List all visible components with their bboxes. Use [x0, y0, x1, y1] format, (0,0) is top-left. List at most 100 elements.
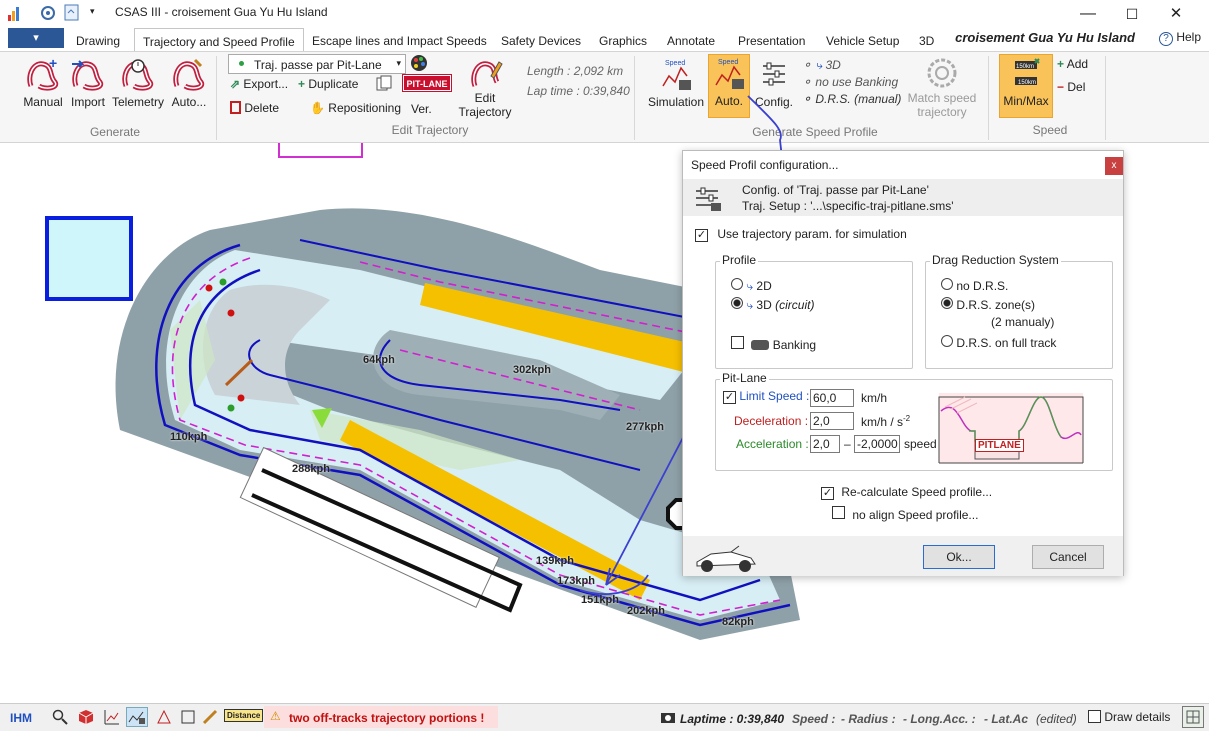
profile-legend: Profile [720, 253, 759, 267]
pitlane-badge[interactable]: PIT-LANE [402, 74, 452, 92]
match-speed-button[interactable]: Match speed trajectory [906, 56, 978, 119]
speed-marker[interactable]: 64kph [363, 354, 395, 366]
manual-button[interactable]: + Manual [20, 55, 66, 109]
speed-marker[interactable]: 151kph [581, 594, 619, 606]
file-menu-tab[interactable]: ▾ [8, 28, 64, 48]
del-speed-button[interactable]: − Del [1057, 80, 1085, 94]
option-banking-label: no use Banking [815, 75, 899, 89]
telemetry-button[interactable]: Telemetry [110, 56, 166, 109]
recalc-checkbox[interactable]: ✓ Re-calculate Speed profile... [821, 485, 992, 500]
chart-icon[interactable] [104, 709, 120, 728]
draw-details-label: Draw details [1104, 710, 1171, 724]
speed-marker[interactable]: 173kph [557, 575, 595, 587]
repositioning-button[interactable]: ✋ Repositioning [310, 101, 401, 115]
limit-speed-input[interactable]: 60,0 [810, 389, 854, 407]
drs-none-radio[interactable]: no D.R.S. [941, 278, 1008, 293]
window-title: CSAS III - croisement Gua Yu Hu Island [115, 5, 328, 19]
duplicate-button[interactable]: + Duplicate [298, 77, 358, 91]
profile-2d-radio[interactable]: ⤷ 2D [731, 278, 772, 294]
distance-tool-icon[interactable]: Distance [224, 709, 264, 722]
speed-marker[interactable]: 277kph [626, 421, 664, 433]
option-3d-label: 3D [825, 58, 841, 72]
limit-speed-checkbox[interactable]: ✓ Limit Speed : [723, 389, 809, 404]
close-button[interactable]: ✕ [1166, 4, 1186, 24]
radius-readout: - Radius : [841, 712, 896, 726]
auto-generate-button[interactable]: Auto... [168, 56, 210, 109]
draw-details-checkbox[interactable]: Draw details [1088, 710, 1170, 724]
trajectory-selector[interactable]: Traj. passe par Pit-Lane ▾ [228, 54, 406, 74]
config-button[interactable]: Config. [753, 56, 795, 109]
import-button[interactable]: Import [68, 56, 108, 109]
grid-view-icon[interactable] [1182, 706, 1204, 728]
acceleration-input[interactable]: 2,0 [810, 435, 840, 453]
svg-text:+: + [49, 56, 57, 71]
tab-presentation[interactable]: Presentation [730, 28, 813, 52]
edit-trajectory-button[interactable]: Edit Trajectory [455, 56, 515, 119]
tab-graphics[interactable]: Graphics [591, 28, 655, 52]
help-icon: ? [1158, 32, 1173, 46]
frame-icon[interactable] [180, 709, 196, 728]
version-button[interactable]: Ver. [411, 102, 432, 116]
speed-marker[interactable]: 302kph [513, 364, 551, 376]
palette-icon[interactable] [410, 54, 428, 75]
duplicate-label: Duplicate [308, 77, 359, 91]
dialog-close-button[interactable]: x [1105, 157, 1123, 175]
checkbox [731, 336, 744, 349]
limit-speed-unit: km/h [861, 391, 888, 405]
option-drs[interactable]: ⚬ D.R.S. (manual) [802, 92, 901, 106]
ihm-label[interactable]: IHM [10, 711, 32, 725]
maximize-button[interactable]: ☐ [1122, 4, 1142, 24]
copy-icon[interactable] [376, 75, 392, 94]
tab-trajectory-speed[interactable]: Trajectory and Speed Profile [134, 28, 304, 53]
triangle-tool-icon[interactable] [156, 709, 172, 728]
acceleration-label: Acceleration : [736, 437, 809, 451]
delete-button[interactable]: Delete [230, 101, 279, 115]
minimize-button[interactable]: — [1078, 4, 1098, 24]
acceleration-factor-input[interactable]: -2,0000 [854, 435, 900, 453]
dialog-title: Speed Profil configuration... [691, 158, 839, 172]
tab-safety-devices[interactable]: Safety Devices [493, 28, 589, 52]
cube-icon[interactable] [78, 709, 94, 728]
deceleration-input[interactable]: 2,0 [810, 412, 854, 430]
drs-zones-radio[interactable]: D.R.S. zone(s) [941, 297, 1035, 312]
speed-readout: Speed : [792, 712, 836, 726]
speed-marker[interactable]: 202kph [627, 605, 665, 617]
speed-marker[interactable]: 110kph [170, 431, 207, 443]
option-3d[interactable]: ⚬ ⤷ 3D [802, 58, 841, 73]
speed-marker[interactable]: 139kph [536, 555, 574, 567]
tab-escape-lines[interactable]: Escape lines and Impact Speeds [304, 28, 495, 52]
banking-checkbox[interactable]: Banking [731, 336, 816, 352]
speed-marker[interactable]: 82kph [722, 616, 754, 628]
minmax-button[interactable]: 150km 150km Min/Max [999, 54, 1053, 118]
ok-button[interactable]: Ok... [923, 545, 995, 569]
option-banking[interactable]: ⚬ no use Banking [802, 75, 898, 89]
no-align-checkbox[interactable]: no align Speed profile... [832, 506, 978, 522]
quick-access-dropdown-icon[interactable]: ▾ [90, 6, 95, 17]
profile-3d-radio[interactable]: ⤷ 3D (circuit) [731, 297, 814, 313]
tab-3d[interactable]: 3D [911, 28, 942, 52]
minmax-label: Min/Max [1003, 94, 1049, 108]
speed-marker[interactable]: 288kph [292, 463, 330, 475]
radio-dot-icon: ⚬ [802, 58, 813, 72]
tab-vehicle-setup[interactable]: Vehicle Setup [818, 28, 907, 52]
simulation-button[interactable]: Speed Simulation [646, 56, 706, 109]
document-icon[interactable] [64, 4, 80, 24]
add-speed-button[interactable]: + Add [1057, 57, 1088, 71]
use-traj-param-checkbox[interactable]: ✓ Use trajectory param. for simulation [695, 227, 907, 242]
cancel-button[interactable]: Cancel [1032, 545, 1104, 569]
radio-button-selected [731, 297, 743, 309]
help-label: Help [1176, 30, 1201, 44]
zoom-icon[interactable] [52, 709, 68, 728]
tab-drawing[interactable]: Drawing [68, 28, 128, 52]
drs-full-radio[interactable]: D.R.S. on full track [941, 335, 1056, 350]
export-button[interactable]: ⇗ Export... [230, 77, 288, 91]
speed-graph-icon[interactable] [126, 707, 148, 727]
help-button[interactable]: ? Help [1158, 30, 1201, 46]
tab-annotate[interactable]: Annotate [659, 28, 723, 52]
drs-zones-note: (2 manualy) [991, 315, 1055, 329]
pitlane-legend: Pit-Lane [720, 371, 769, 385]
auto-speed-button[interactable]: Speed Auto. [708, 54, 750, 118]
settings-gear-icon[interactable] [40, 5, 56, 24]
ruler-icon[interactable] [202, 709, 218, 728]
speed-profile-group-label: Generate Speed Profile [752, 125, 878, 139]
